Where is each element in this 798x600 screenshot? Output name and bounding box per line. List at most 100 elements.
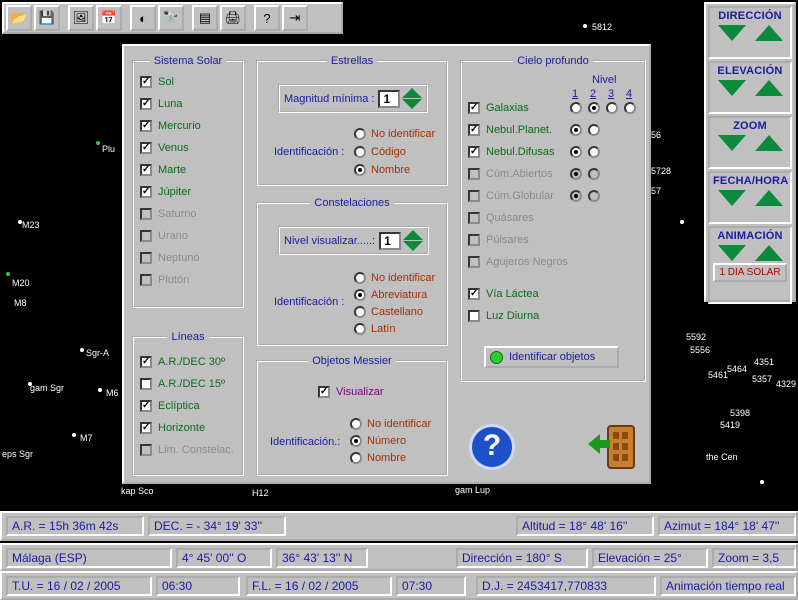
deep-galaxias-level-1-radio[interactable] (570, 102, 582, 114)
stars-ident-option-label: Nombre (371, 164, 411, 176)
constellation-ident-option-no-identificar[interactable]: No identificar (354, 272, 435, 284)
animation-down-icon[interactable] (717, 245, 746, 261)
magnitude-value[interactable]: 1 (378, 89, 401, 108)
constellation-ident-option-castellano[interactable]: Castellano (354, 306, 423, 318)
star (583, 24, 587, 28)
datetime-up-icon[interactable] (754, 190, 783, 206)
line-ecliptica-box[interactable]: ✓ (140, 400, 152, 412)
messier-visualize-checkbox[interactable]: ✓ Visualizar (318, 386, 384, 398)
deep-galaxias-level-3-radio[interactable] (606, 102, 618, 114)
print-icon[interactable]: 🖨 (220, 5, 246, 31)
planet-pluton-box (140, 274, 152, 286)
line-a-r-dec-15-checkbox[interactable]: A.R./DEC 15º (140, 378, 225, 390)
messier-visualize-box[interactable]: ✓ (318, 386, 330, 398)
datetime-group: FECHA/HORA (708, 171, 792, 224)
line-horizonte-checkbox[interactable]: ✓ Horizonte (140, 422, 205, 434)
planet-sol-checkbox[interactable]: ✓ Sol (140, 76, 174, 88)
line-horizonte-label: Horizonte (158, 422, 206, 434)
deep-nebul-planet-level-1-radio[interactable] (570, 124, 582, 136)
solar-day-button[interactable]: 1 DIA SOLAR (713, 263, 787, 282)
deep-nebul-planet-checkbox[interactable]: ✓ Nebul.Planet. (468, 124, 552, 136)
stars-ident-radio[interactable] (354, 164, 366, 176)
magnitude-down-icon[interactable] (402, 99, 423, 109)
open-icon[interactable]: 📂 (6, 5, 32, 31)
elevation-down-icon[interactable] (717, 80, 746, 96)
deep-nebul-planet-level-2-radio[interactable] (588, 124, 600, 136)
zoom-down-icon[interactable] (717, 135, 746, 151)
direction-up-icon[interactable] (754, 25, 783, 41)
deep-luz-diurna-box[interactable] (468, 310, 480, 322)
stars-ident-option-codigo[interactable]: Código (354, 146, 406, 158)
identify-objects-button[interactable]: Identificar objetos (484, 346, 619, 368)
deep-via-lactea-checkbox[interactable]: ✓ Vía Láctea (468, 288, 539, 300)
deep-nebul-difusas-checkbox[interactable]: ✓ Nebul.Difusas (468, 146, 554, 158)
line-a-r-dec-30-box[interactable]: ✓ (140, 356, 152, 368)
constellation-ident-option-abreviatura[interactable]: Abreviatura (354, 289, 427, 301)
calendar-icon[interactable]: 📅 (96, 5, 122, 31)
constellation-ident-radio[interactable] (354, 272, 366, 284)
messier-ident-radio[interactable] (350, 435, 362, 447)
planet-marte-box[interactable]: ✓ (140, 164, 152, 176)
constellation-level-down-icon[interactable] (403, 241, 424, 251)
planet-marte-checkbox[interactable]: ✓ Marte (140, 164, 186, 176)
planet-mercurio-checkbox[interactable]: ✓ Mercurio (140, 120, 201, 132)
messier-ident-option-nombre[interactable]: Nombre (350, 452, 406, 464)
planet-venus-box[interactable]: ✓ (140, 142, 152, 154)
stars-ident-radio[interactable] (354, 128, 366, 140)
binoculars-icon[interactable]: 🔭 (158, 5, 184, 31)
line-a-r-dec-30-label: A.R./DEC 30º (158, 356, 225, 368)
line-horizonte-box[interactable]: ✓ (140, 422, 152, 434)
deep-via-lactea-box[interactable]: ✓ (468, 288, 480, 300)
deep-galaxias-box[interactable]: ✓ (468, 102, 480, 114)
moon-phase-icon[interactable]: ◐ (130, 5, 156, 31)
datetime-down-icon[interactable] (717, 190, 746, 206)
deep-nebul-difusas-level-1-radio[interactable] (570, 146, 582, 158)
deep-nebul-difusas-box[interactable]: ✓ (468, 146, 480, 158)
database-icon[interactable]: ▤ (192, 5, 218, 31)
constellation-level-value[interactable]: 1 (379, 231, 402, 250)
deep-nebul-planet-box[interactable]: ✓ (468, 124, 480, 136)
animation-up-icon[interactable] (754, 245, 783, 261)
planet-luna-box[interactable]: ✓ (140, 98, 152, 110)
constellation-ident-radio[interactable] (354, 289, 366, 301)
deep-galaxias-checkbox[interactable]: ✓ Galaxias (468, 102, 529, 114)
star-label: Sgr-A (86, 348, 110, 358)
constellation-ident-option-latin[interactable]: Latín (354, 323, 395, 335)
line-a-r-dec-15-box[interactable] (140, 378, 152, 390)
planet-mercurio-box[interactable]: ✓ (140, 120, 152, 132)
planet-sol-box[interactable]: ✓ (140, 76, 152, 88)
planet-luna-checkbox[interactable]: ✓ Luna (140, 98, 182, 110)
planet-jupiter-box[interactable]: ✓ (140, 186, 152, 198)
zoom-up-icon[interactable] (754, 135, 783, 151)
messier-ident-radio[interactable] (350, 452, 362, 464)
elevation-up-icon[interactable] (754, 80, 783, 96)
magnitude-up-icon[interactable] (402, 88, 423, 98)
planet-venus-checkbox[interactable]: ✓ Venus (140, 142, 189, 154)
deep-agujeros-negros-checkbox: Agujeros Negros (468, 256, 568, 268)
deep-nebul-difusas-level-2-radio[interactable] (588, 146, 600, 158)
messier-ident-option-numero[interactable]: Número (350, 435, 406, 447)
deep-cum-globular-level-1-radio (570, 190, 582, 202)
stars-ident-radio[interactable] (354, 146, 366, 158)
line-ecliptica-checkbox[interactable]: ✓ Eclíptica (140, 400, 200, 412)
constellation-ident-radio[interactable] (354, 306, 366, 318)
direction-down-icon[interactable] (717, 25, 746, 41)
deep-galaxias-level-2-radio[interactable] (588, 102, 600, 114)
exit-door-icon[interactable] (586, 420, 641, 472)
constellation-level-up-icon[interactable] (403, 230, 424, 240)
messier-ident-option-no-identificar[interactable]: No identificar (350, 418, 431, 430)
help-button[interactable]: ? (469, 424, 515, 470)
deep-luz-diurna-checkbox[interactable]: Luz Diurna (468, 310, 539, 322)
stars-ident-option-nombre[interactable]: Nombre (354, 164, 410, 176)
save-icon[interactable]: 💾 (34, 5, 60, 31)
line-a-r-dec-30-checkbox[interactable]: ✓ A.R./DEC 30º (140, 356, 225, 368)
exit-icon[interactable]: ⇥ (282, 5, 308, 31)
stars-ident-option-no-identificar[interactable]: No identificar (354, 128, 435, 140)
deep-galaxias-level-4-radio[interactable] (624, 102, 636, 114)
planet-jupiter-checkbox[interactable]: ✓ Júpiter (140, 186, 191, 198)
messier-ident-radio[interactable] (350, 418, 362, 430)
image-icon[interactable]: 🖼 (68, 5, 94, 31)
help-icon[interactable]: ? (254, 5, 280, 31)
constellation-ident-radio[interactable] (354, 323, 366, 335)
star-label: H12 (252, 488, 269, 498)
